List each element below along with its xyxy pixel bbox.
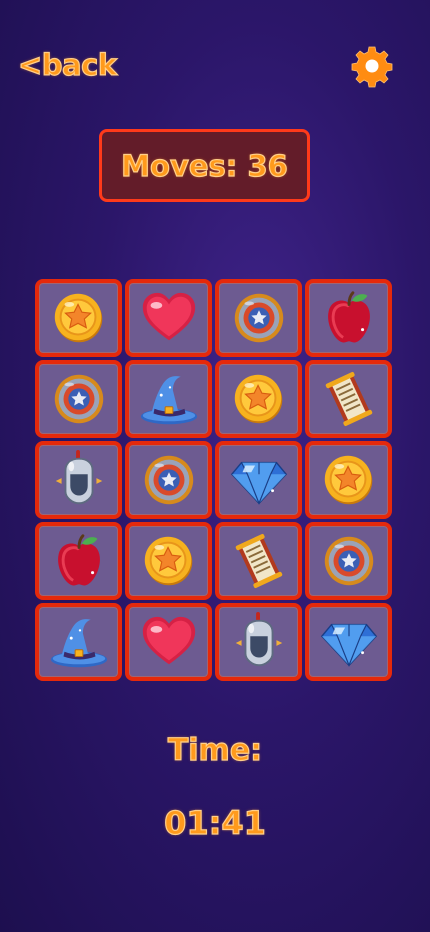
heart-icon [138,611,200,673]
helmet-icon [228,611,290,673]
card[interactable] [125,522,212,600]
card[interactable] [35,360,122,438]
shield-icon [228,287,290,349]
time-label: Time: [167,732,263,768]
coin-icon [138,530,200,592]
scroll-icon [318,368,380,430]
card[interactable] [125,441,212,519]
wizard-hat-icon [48,611,110,673]
scroll-icon [228,530,290,592]
card[interactable] [35,522,122,600]
card-grid [35,279,392,681]
coin-icon [318,449,380,511]
card[interactable] [215,603,302,681]
coin-icon [228,368,290,430]
wizard-hat-icon [138,368,200,430]
shield-icon [138,449,200,511]
card[interactable] [35,603,122,681]
coin-icon [48,287,110,349]
helmet-icon [48,449,110,511]
moves-counter: Moves: 36 [99,129,310,202]
card[interactable] [305,441,392,519]
card[interactable] [305,360,392,438]
moves-label: Moves: 36 [121,148,289,183]
card[interactable] [125,279,212,357]
diamond-icon [318,611,380,673]
shield-icon [318,530,380,592]
card[interactable] [305,603,392,681]
card[interactable] [35,441,122,519]
card[interactable] [305,279,392,357]
card[interactable] [305,522,392,600]
card[interactable] [215,360,302,438]
card[interactable] [215,279,302,357]
card[interactable] [35,279,122,357]
back-button[interactable]: <back [17,47,117,82]
heart-icon [138,287,200,349]
gear-icon[interactable] [350,44,394,88]
card[interactable] [215,441,302,519]
shield-icon [48,368,110,430]
card[interactable] [125,603,212,681]
card[interactable] [215,522,302,600]
apple-icon [318,287,380,349]
apple-icon [48,530,110,592]
time-value: 01:41 [163,803,266,842]
diamond-icon [228,449,290,511]
card[interactable] [125,360,212,438]
